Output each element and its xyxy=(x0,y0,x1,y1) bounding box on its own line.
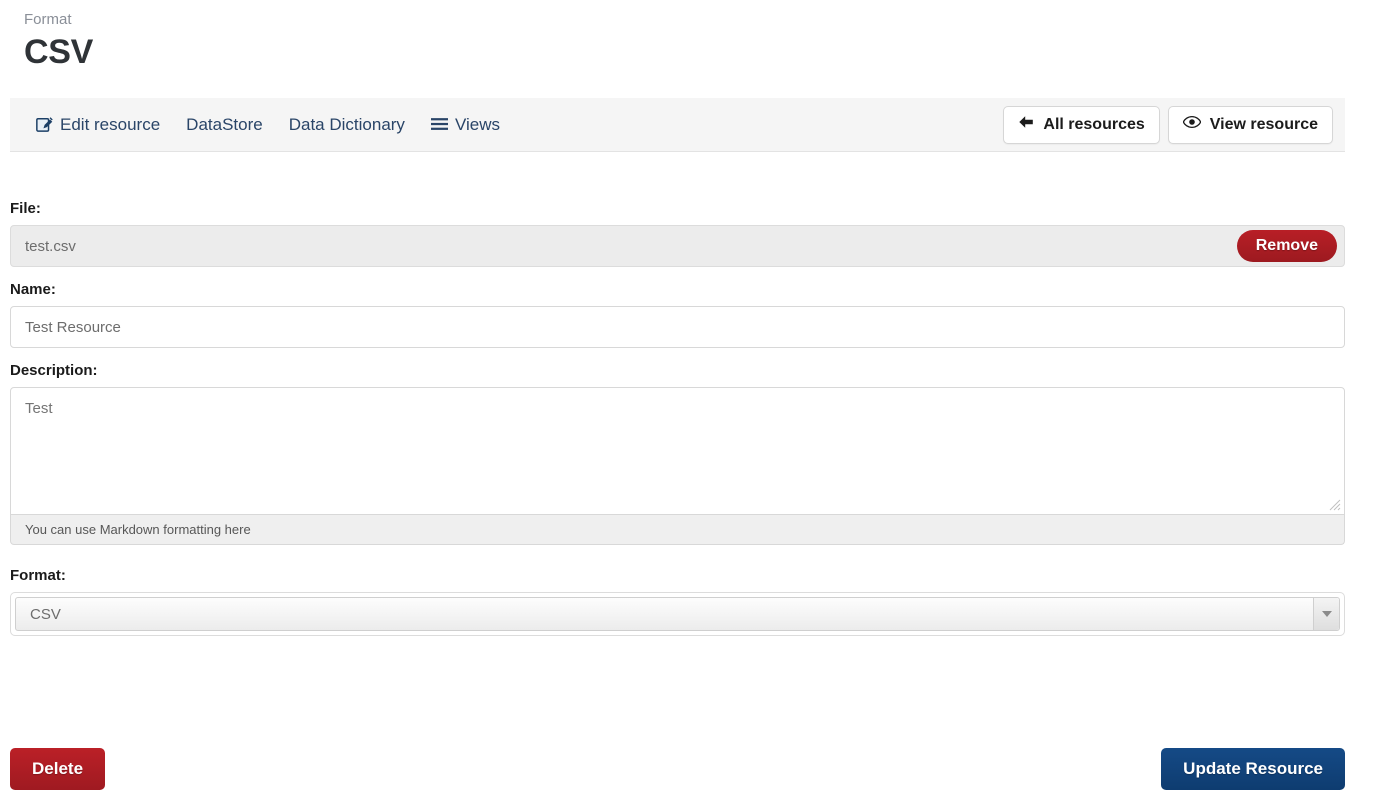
format-eyebrow: Format xyxy=(24,11,72,28)
resource-nav-bar: Edit resource DataStore Data Dictionary … xyxy=(10,98,1345,152)
tab-edit-resource-label: Edit resource xyxy=(60,114,161,134)
eye-icon xyxy=(1182,115,1202,135)
resource-form: File: test.csv Remove Name: Description: xyxy=(10,200,1345,650)
hamburger-icon xyxy=(430,117,448,132)
format-select-inner[interactable]: CSV xyxy=(15,597,1340,631)
description-label: Description: xyxy=(10,362,98,379)
file-field: File: test.csv Remove xyxy=(10,200,1345,267)
name-label: Name: xyxy=(10,281,56,298)
all-resources-button[interactable]: All resources xyxy=(1003,105,1160,144)
page-header: Format CSV xyxy=(0,0,1380,73)
format-label: Format: xyxy=(10,567,66,584)
name-field: Name: xyxy=(10,281,1345,348)
tab-edit-resource[interactable]: Edit resource xyxy=(36,115,160,135)
tab-data-dictionary-label: Data Dictionary xyxy=(288,114,405,134)
arrow-left-icon xyxy=(1018,115,1034,135)
edit-square-icon xyxy=(36,116,53,133)
page-title: CSV xyxy=(24,33,94,71)
tab-datastore[interactable]: DataStore xyxy=(186,115,263,135)
file-label: File: xyxy=(10,200,41,217)
tab-views-label: Views xyxy=(454,114,500,134)
name-input[interactable] xyxy=(10,306,1345,348)
chevron-down-icon[interactable] xyxy=(1313,598,1339,630)
markdown-hint: You can use Markdown formatting here xyxy=(10,515,1345,545)
update-resource-button[interactable]: Update Resource xyxy=(1161,748,1345,790)
view-resource-button[interactable]: View resource xyxy=(1167,105,1333,144)
nav-tab-list: Edit resource DataStore Data Dictionary … xyxy=(10,98,500,151)
description-textarea-wrap xyxy=(10,387,1345,515)
delete-button[interactable]: Delete xyxy=(10,748,106,790)
file-name-text: test.csv xyxy=(25,237,76,255)
tab-data-dictionary[interactable]: Data Dictionary xyxy=(289,115,405,135)
caret-shape xyxy=(1321,611,1332,617)
form-footer: Delete Update Resource xyxy=(10,748,1345,790)
format-select[interactable]: CSV xyxy=(10,592,1345,636)
tab-datastore-label: DataStore xyxy=(186,114,263,134)
remove-file-button[interactable]: Remove xyxy=(1236,230,1337,262)
tab-views[interactable]: Views xyxy=(430,114,500,135)
format-field: Format: CSV xyxy=(10,567,1345,636)
nav-actions: All resources View resource xyxy=(1003,105,1333,144)
format-select-value: CSV xyxy=(30,605,61,623)
file-input-row: test.csv Remove xyxy=(10,225,1345,267)
description-textarea[interactable] xyxy=(10,387,1345,515)
resource-edit-page: Format CSV Edit resource DataStore Data xyxy=(0,0,1380,798)
all-resources-label: All resources xyxy=(1043,115,1145,133)
description-field: Description: You can use Markdown format… xyxy=(10,362,1345,545)
view-resource-label: View resource xyxy=(1209,115,1318,133)
